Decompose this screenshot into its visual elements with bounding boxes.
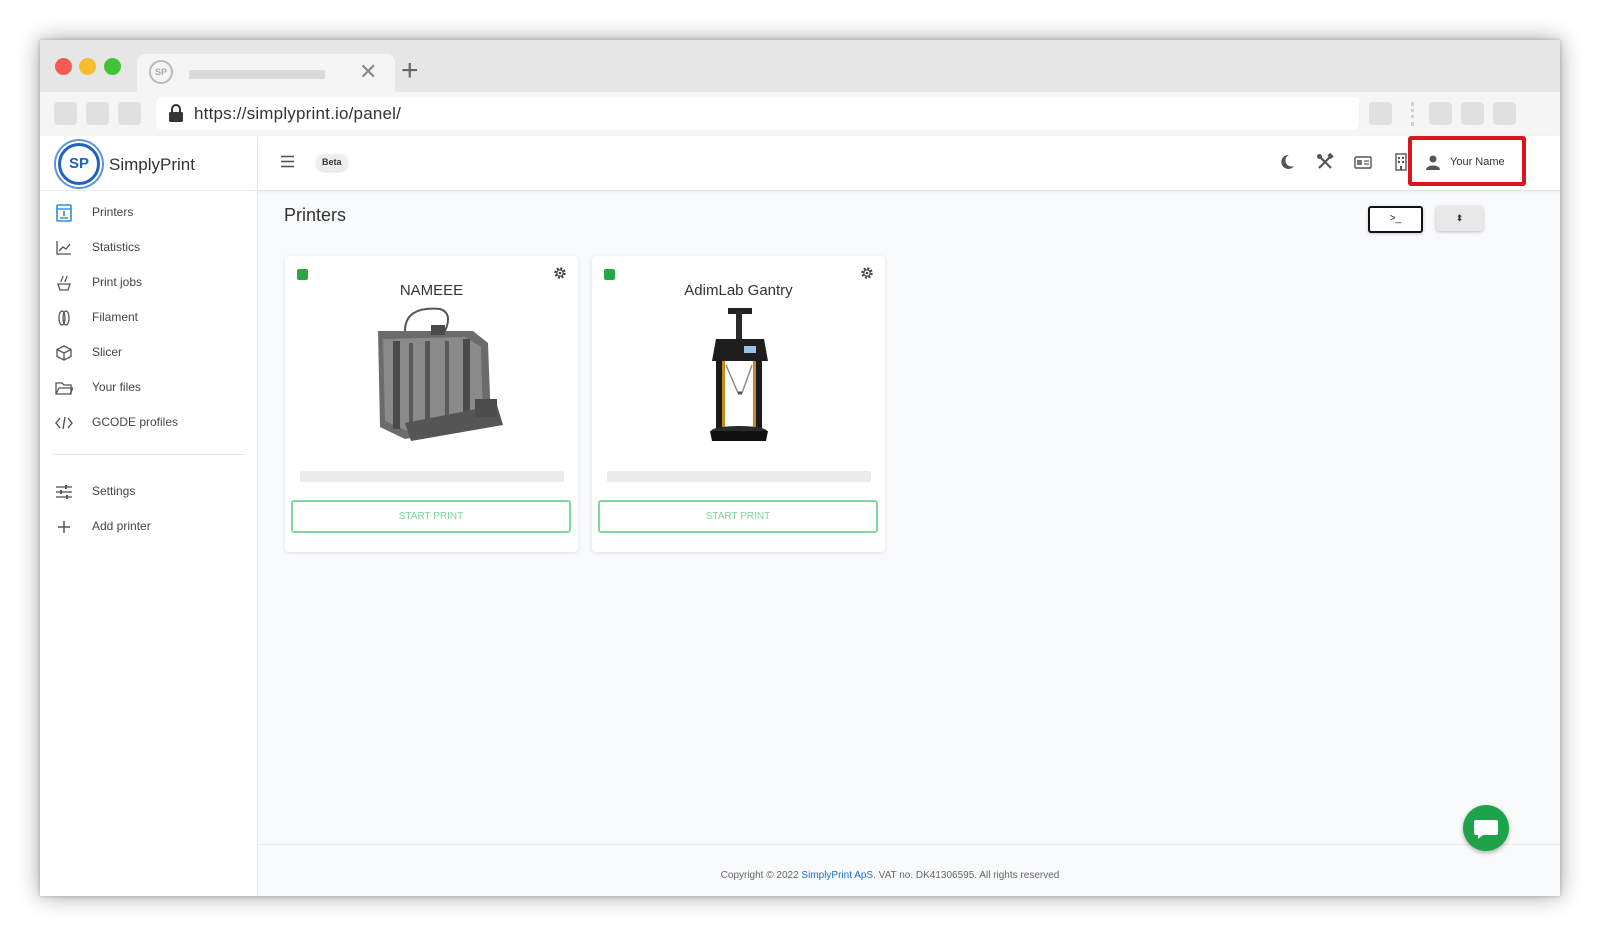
sidebar-item-label: Printers [92,205,134,219]
plus-icon [58,521,70,533]
sidebar: SP SimplyPrint Printers Statistics Print… [40,136,258,896]
sidebar-item-statistics[interactable]: Statistics [40,231,257,265]
printer-image [710,308,768,441]
moon-icon[interactable] [1278,153,1296,171]
sidebar-item-add-printer[interactable]: Add printer [40,510,257,544]
main-content: Beta Your Name Printers >_ ⬍ NAMEEE STAR… [258,136,1560,896]
close-window-button[interactable] [55,58,72,75]
progress-bar [607,471,871,482]
terminal-button[interactable]: >_ [1368,206,1423,233]
sidebar-item-settings[interactable]: Settings [40,475,257,509]
divider [40,190,257,191]
filament-icon [58,310,70,326]
hamburger-menu-icon[interactable] [280,154,295,169]
sidebar-item-slicer[interactable]: Slicer [40,336,257,370]
sidebar-item-label: GCODE profiles [92,415,179,429]
tools-icon[interactable] [1316,153,1334,171]
chat-button[interactable] [1463,805,1509,851]
minimize-window-button[interactable] [79,58,96,75]
page-title: Printers [284,205,347,225]
sidebar-item-label: Settings [92,484,136,498]
extension-button[interactable] [1369,102,1392,125]
back-button[interactable] [54,102,77,125]
sidebar-item-printers[interactable]: Printers [40,196,257,230]
menu-button[interactable] [1493,102,1516,125]
lock-icon [169,104,183,122]
printer-card[interactable]: AdimLab Gantry START PRINT [592,256,885,552]
printer-image [378,307,503,441]
extension-button[interactable] [1461,102,1484,125]
copyright-suffix: VAT no. DK41306595. All rights reserved [878,870,1060,881]
sliders-icon [56,485,72,499]
tab-strip: SP ✕ + [40,40,1560,92]
new-tab-button[interactable]: + [401,54,419,88]
cube-icon [56,345,72,361]
sidebar-item-print-jobs[interactable]: Print jobs [40,266,257,300]
address-bar[interactable]: https://simplyprint.io/panel/ [156,97,1359,130]
code-icon [55,416,73,430]
gear-icon[interactable] [860,266,874,280]
favicon-icon: SP [149,60,173,84]
sidebar-item-gcode-profiles[interactable]: GCODE profiles [40,406,257,440]
highlight-box [1408,136,1526,186]
progress-bar [300,471,564,482]
url-text: https://simplyprint.io/panel/ [194,104,402,123]
printer-card[interactable]: NAMEEE START PRINT [285,256,578,552]
sidebar-item-your-files[interactable]: Your files [40,371,257,405]
toolbar-divider [1411,102,1416,126]
brand-name: SimplyPrint [109,155,195,174]
chart-icon [56,241,71,255]
status-indicator [297,269,308,280]
sidebar-item-label: Your files [92,380,141,394]
sidebar-item-filament[interactable]: Filament [40,301,257,335]
printer-name: AdimLab Gantry [684,282,793,299]
sidebar-item-label: Filament [92,310,139,324]
print-jobs-icon [57,275,71,291]
company-link[interactable]: SimplyPrint ApS [801,870,873,881]
browser-tab[interactable]: SP ✕ [137,54,395,92]
extension-button[interactable] [1429,102,1452,125]
divider [52,454,245,455]
sidebar-item-label: Slicer [92,345,123,359]
tab-title-placeholder [189,70,325,79]
chat-icon [1474,820,1498,839]
reload-button[interactable] [118,102,141,125]
tab-close-icon[interactable]: ✕ [359,57,377,87]
browser-toolbar: https://simplyprint.io/panel/ [40,92,1560,136]
printer-icon [56,204,72,222]
folder-icon [55,382,73,395]
sidebar-item-label: Statistics [92,240,141,254]
copyright-prefix: Copyright © 2022 [720,870,799,881]
start-print-button[interactable]: START PRINT [598,500,878,533]
sort-button[interactable]: ⬍ [1436,206,1483,231]
top-bar: Beta Your Name [258,136,1560,191]
status-indicator [604,269,615,280]
id-card-icon[interactable] [1354,153,1372,171]
start-print-button[interactable]: START PRINT [291,500,571,533]
maximize-window-button[interactable] [104,58,121,75]
footer-divider [258,844,1560,845]
printer-name: NAMEEE [399,282,464,299]
simplyprint-logo: SP [58,143,100,185]
copyright-text: Copyright © 2022 SimplyPrint ApS. VAT no… [720,870,1060,881]
forward-button[interactable] [86,102,109,125]
sidebar-item-label: Add printer [92,519,151,533]
gear-icon[interactable] [553,266,567,280]
sidebar-item-label: Print jobs [92,275,143,289]
beta-badge: Beta [316,154,348,171]
browser-window: SP ✕ + https://simplyprint.io/panel/ SP … [40,40,1560,896]
